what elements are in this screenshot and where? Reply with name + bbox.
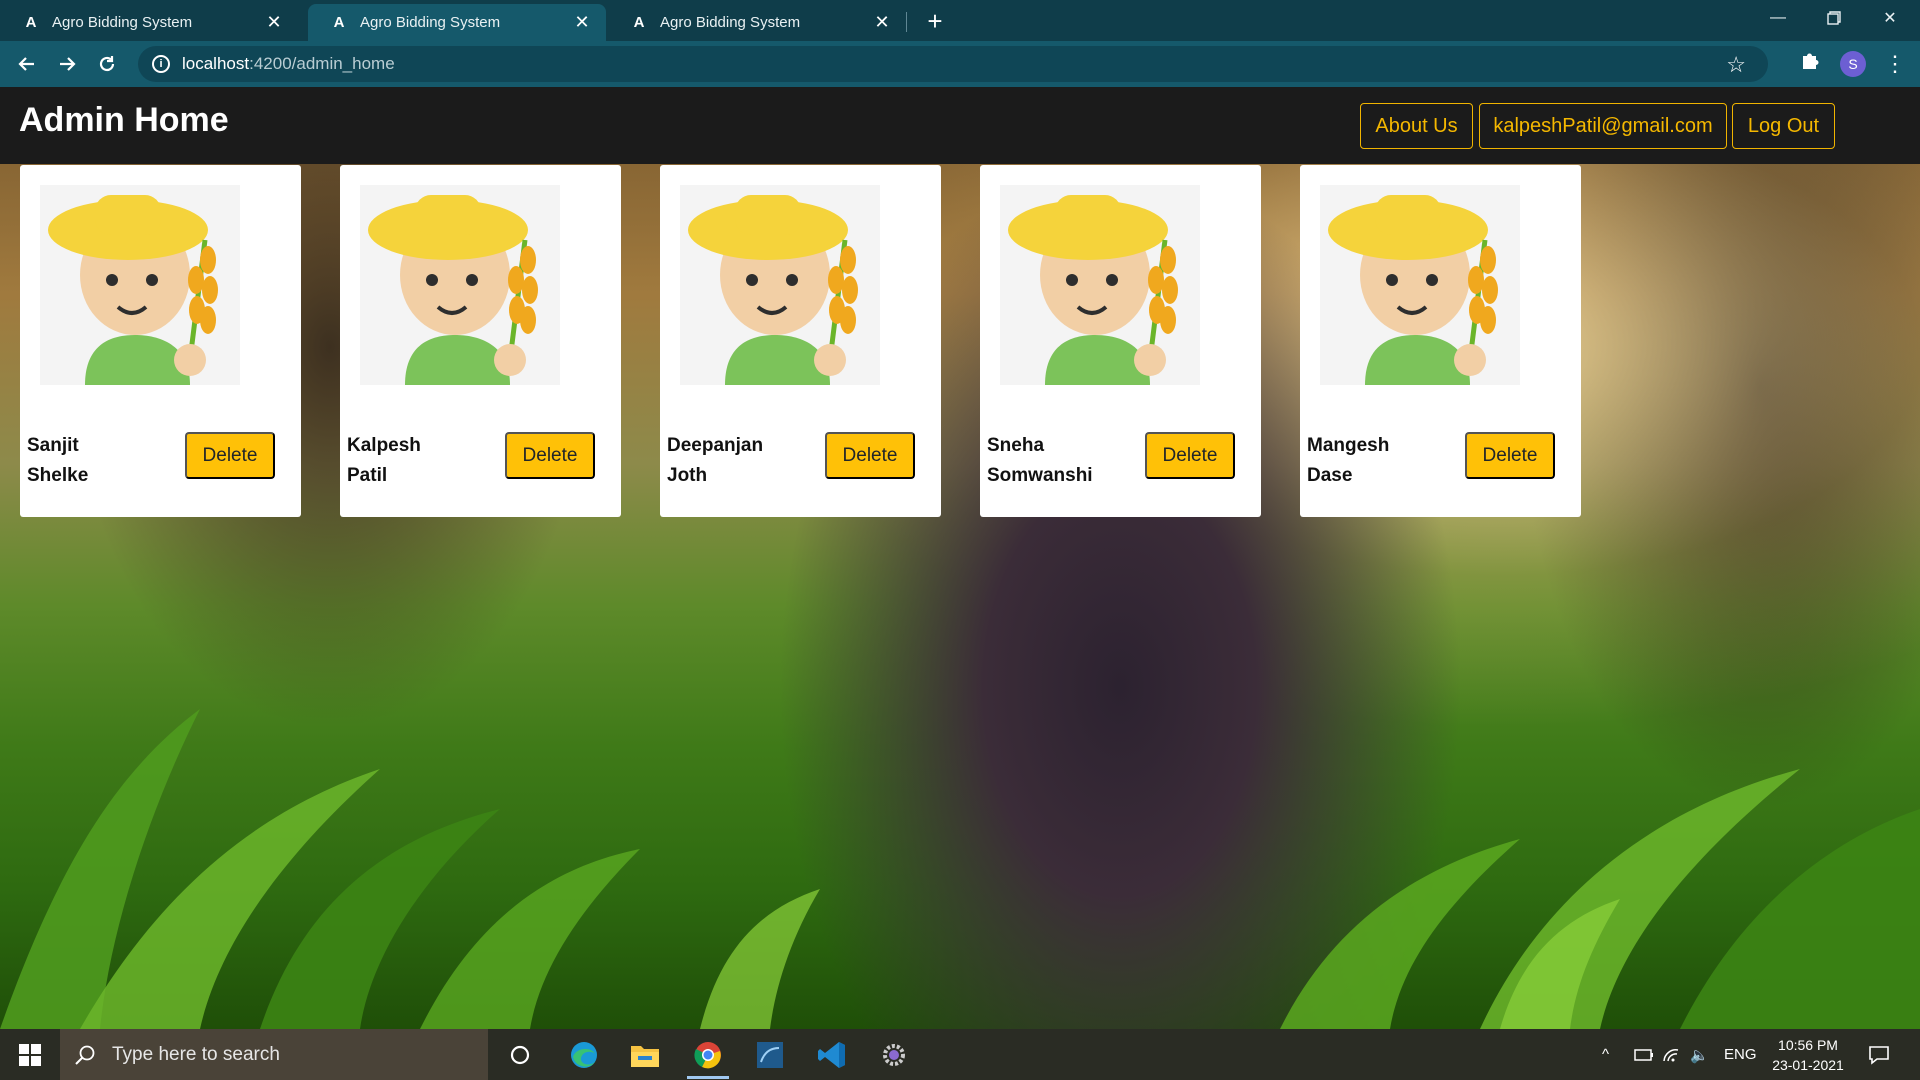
- tab-divider: [906, 12, 907, 32]
- corn-field-leaves: [0, 709, 1920, 1029]
- browser-tab-bar: A Agro Bidding System ✕ A Agro Bidding S…: [0, 0, 1920, 41]
- farmer-card: Sneha Somwanshi Delete: [980, 165, 1261, 517]
- language-indicator[interactable]: ENG: [1724, 1029, 1757, 1080]
- chrome-icon[interactable]: [683, 1035, 733, 1079]
- volume-icon[interactable]: 🔈: [1690, 1029, 1709, 1080]
- farmer-name: Mangesh Dase: [1307, 431, 1447, 491]
- tab-title: Agro Bidding System: [360, 14, 501, 31]
- farmer-card: Mangesh Dase Delete: [1300, 165, 1581, 517]
- delete-button[interactable]: Delete: [1465, 432, 1555, 479]
- farmer-last-name: Patil: [347, 465, 388, 486]
- back-icon[interactable]: [11, 48, 43, 80]
- windows-taskbar: Type here to search ^ 🔈 ENG 10:56 PM 23-…: [0, 1029, 1920, 1080]
- url-host: localhost: [182, 54, 250, 73]
- delete-button[interactable]: Delete: [1145, 432, 1235, 479]
- about-us-button[interactable]: About Us: [1360, 103, 1473, 149]
- forward-icon[interactable]: [51, 48, 83, 80]
- farmer-avatar-icon: [40, 185, 240, 385]
- angular-favicon-icon: A: [25, 14, 37, 31]
- farmer-card: Sanjit Shelke Delete: [20, 165, 301, 517]
- close-tab-icon[interactable]: ✕: [572, 12, 592, 33]
- browser-tab[interactable]: A Agro Bidding System ✕: [608, 4, 906, 41]
- close-tab-icon[interactable]: ✕: [872, 12, 892, 33]
- site-info-icon[interactable]: i: [152, 55, 170, 73]
- farmer-last-name: Joth: [667, 465, 708, 486]
- browser-toolbar: i localhost:4200/admin_home ☆ S ⋮: [0, 41, 1920, 87]
- angular-favicon-icon: A: [333, 14, 345, 31]
- page-title: Admin Home: [19, 101, 229, 139]
- farmer-first-name: Sanjit: [27, 435, 79, 456]
- bookmark-star-icon[interactable]: ☆: [1726, 52, 1746, 78]
- sql-tool-icon[interactable]: [745, 1035, 795, 1075]
- farmer-name: Sneha Somwanshi: [987, 431, 1127, 491]
- clock-date: 23-01-2021: [1772, 1057, 1844, 1073]
- farmer-first-name: Mangesh: [1307, 435, 1390, 456]
- user-email-button[interactable]: kalpeshPatil@gmail.com: [1479, 103, 1727, 149]
- tab-title: Agro Bidding System: [52, 14, 193, 31]
- farmer-last-name: Somwanshi: [987, 465, 1093, 486]
- battery-icon[interactable]: [1634, 1029, 1654, 1080]
- close-window-icon[interactable]: ✕: [1862, 0, 1918, 36]
- farmer-name: Kalpesh Patil: [347, 431, 487, 491]
- url-path: :4200/admin_home: [249, 54, 395, 73]
- vscode-icon[interactable]: [807, 1035, 857, 1075]
- cortana-icon[interactable]: [495, 1035, 545, 1075]
- delete-button[interactable]: Delete: [505, 432, 595, 479]
- farmer-first-name: Sneha: [987, 435, 1045, 456]
- farmer-first-name: Deepanjan: [667, 435, 764, 456]
- address-bar[interactable]: i localhost:4200/admin_home ☆: [138, 46, 1768, 82]
- minimize-icon[interactable]: —: [1750, 0, 1806, 36]
- edge-browser-icon[interactable]: [559, 1035, 609, 1075]
- farmer-avatar-icon: [360, 185, 560, 385]
- windows-start-icon[interactable]: [0, 1029, 60, 1080]
- taskbar-search-box[interactable]: Type here to search: [60, 1029, 488, 1080]
- notifications-icon[interactable]: [1868, 1029, 1890, 1080]
- menu-kebab-icon[interactable]: ⋮: [1884, 51, 1906, 77]
- angular-favicon-icon: A: [633, 14, 645, 31]
- farmer-name: Sanjit Shelke: [27, 431, 167, 491]
- farmer-last-name: Dase: [1307, 465, 1353, 486]
- search-icon: [75, 1045, 95, 1065]
- farmer-card: Deepanjan Joth Delete: [660, 165, 941, 517]
- profile-avatar[interactable]: S: [1840, 51, 1866, 77]
- farmer-name: Deepanjan Joth: [667, 431, 807, 491]
- delete-button[interactable]: Delete: [825, 432, 915, 479]
- tab-title: Agro Bidding System: [660, 14, 801, 31]
- farmer-avatar-icon: [1320, 185, 1520, 385]
- restore-icon[interactable]: [1806, 0, 1862, 36]
- farmer-first-name: Kalpesh: [347, 435, 421, 456]
- system-clock[interactable]: 10:56 PM 23-01-2021: [1766, 1035, 1850, 1075]
- clock-time: 10:56 PM: [1778, 1037, 1838, 1053]
- farmer-avatar-icon: [1000, 185, 1200, 385]
- page-background: Admin Home About Us kalpeshPatil@gmail.c…: [0, 87, 1920, 1029]
- close-tab-icon[interactable]: ✕: [264, 12, 284, 33]
- delete-button[interactable]: Delete: [185, 432, 275, 479]
- app-navbar: Admin Home About Us kalpeshPatil@gmail.c…: [0, 87, 1920, 164]
- logout-button[interactable]: Log Out: [1732, 103, 1835, 149]
- farmer-avatar-icon: [680, 185, 880, 385]
- farmer-last-name: Shelke: [27, 465, 89, 486]
- reload-icon[interactable]: [91, 48, 123, 80]
- extensions-puzzle-icon[interactable]: [1800, 49, 1822, 77]
- settings-gear-icon[interactable]: [869, 1035, 919, 1075]
- search-placeholder: Type here to search: [112, 1043, 280, 1065]
- file-explorer-icon[interactable]: [620, 1035, 670, 1075]
- new-tab-icon[interactable]: +: [920, 6, 950, 36]
- browser-tab[interactable]: A Agro Bidding System ✕: [0, 4, 298, 41]
- wifi-icon[interactable]: [1662, 1029, 1682, 1080]
- tray-chevron-icon[interactable]: ^: [1602, 1029, 1609, 1080]
- browser-tab-active[interactable]: A Agro Bidding System ✕: [308, 4, 606, 41]
- farmer-card: Kalpesh Patil Delete: [340, 165, 621, 517]
